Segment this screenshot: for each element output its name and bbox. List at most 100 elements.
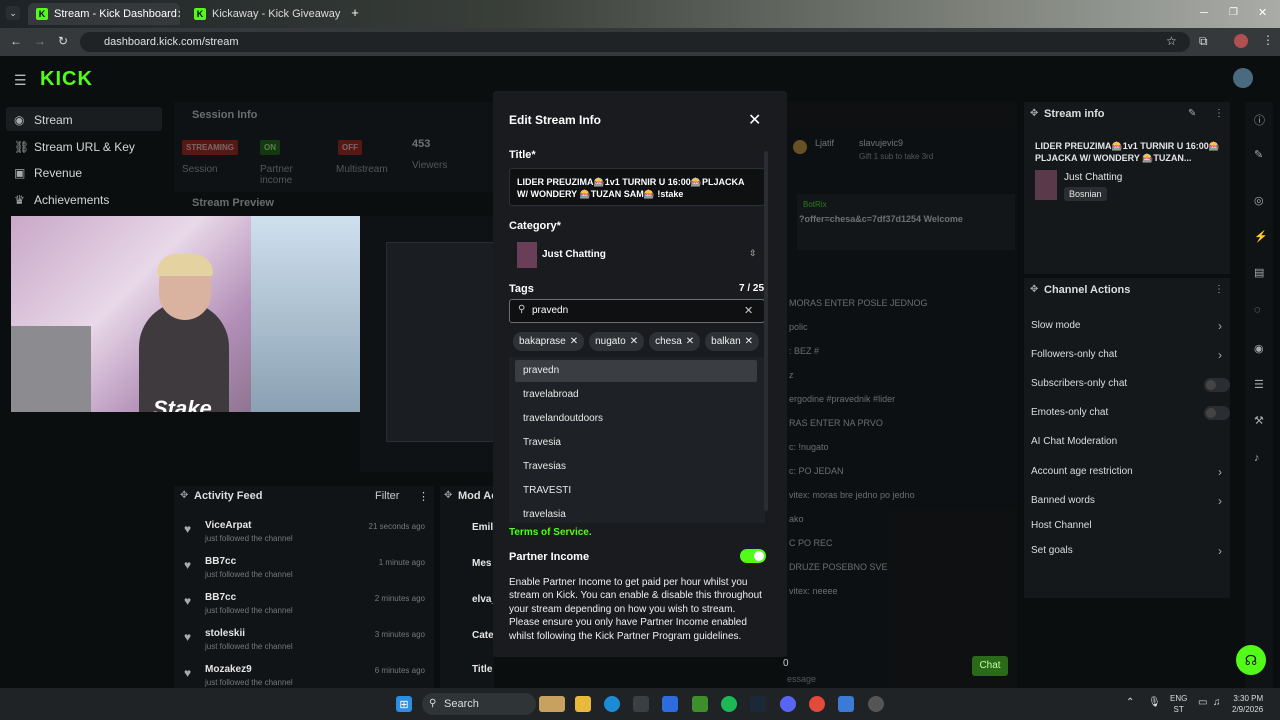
edit-pencil-icon[interactable]: ✎ (1188, 108, 1196, 119)
forward-icon[interactable]: → (34, 34, 46, 48)
new-tab-button[interactable]: + (348, 6, 362, 20)
bookmark-star-icon[interactable]: ☆ (1166, 34, 1177, 48)
remove-tag-icon[interactable]: ✕ (686, 336, 694, 347)
drag-handle-icon[interactable]: ✥ (180, 490, 188, 501)
more-options-icon[interactable]: ⋮ (1214, 108, 1224, 119)
tag-suggestion[interactable]: TRAVESTI (515, 480, 757, 502)
more-options-icon[interactable]: ⋮ (418, 490, 429, 503)
extensions-icon[interactable]: ⧉ (1199, 34, 1208, 49)
profile-avatar-icon[interactable] (1234, 34, 1248, 48)
support-headset-button[interactable]: ☊ (1236, 645, 1266, 675)
windows-start-icon[interactable]: ⊞ (396, 696, 412, 712)
store-icon[interactable] (633, 696, 649, 712)
channel-action-item[interactable]: Account age restriction (1031, 466, 1133, 477)
kick-logo[interactable]: KICK (40, 68, 93, 91)
tag-suggestion[interactable]: pravedn (515, 360, 757, 382)
bolt-icon[interactable]: ⚡ (1254, 230, 1268, 243)
network-icon[interactable]: ▭ (1198, 697, 1207, 708)
drag-handle-icon[interactable]: ✥ (1030, 284, 1038, 295)
partner-income-toggle[interactable] (740, 549, 766, 563)
channel-action-item[interactable]: Slow mode (1031, 320, 1080, 331)
tag-chip[interactable]: nugato ✕ (589, 332, 645, 351)
wrench-icon[interactable]: ⚒ (1254, 414, 1264, 427)
remove-tag-icon[interactable]: ✕ (570, 336, 578, 347)
tag-suggestion[interactable]: travelandoutdoors (515, 408, 757, 430)
app-icon[interactable] (662, 696, 678, 712)
clock[interactable]: 3:30 PM 2/9/2026 (1232, 693, 1263, 715)
subscribers-only-toggle[interactable] (1204, 378, 1230, 392)
discord-icon[interactable] (780, 696, 796, 712)
volume-icon[interactable]: ♫ (1213, 697, 1221, 708)
edge-icon[interactable] (604, 696, 620, 712)
channel-action-item[interactable]: Host Channel (1031, 520, 1092, 531)
terms-of-service-link[interactable]: Terms of Service. (509, 527, 592, 538)
settings-icon[interactable] (868, 696, 884, 712)
user-avatar[interactable] (1233, 68, 1253, 88)
tag-chip[interactable]: chesa ✕ (649, 332, 701, 351)
minimize-window-icon[interactable]: ─ (1200, 7, 1208, 19)
broadcast-icon[interactable]: ◉ (1254, 342, 1264, 355)
activity-feed-item[interactable]: ♥ BB7cc just followed the channel 2 minutes… (180, 590, 430, 620)
channel-action-item[interactable]: Subscribers-only chat (1031, 378, 1127, 389)
close-window-icon[interactable]: ✕ (1258, 6, 1267, 19)
url-field[interactable]: dashboard.kick.com/stream (80, 32, 1190, 52)
drag-handle-icon[interactable]: ✥ (1030, 108, 1038, 119)
tab-kickaway[interactable]: K Kickaway - Kick Giveaway To... ✕ (186, 3, 342, 25)
chat-input[interactable]: essage (787, 674, 816, 684)
reload-icon[interactable]: ↻ (58, 34, 68, 48)
chrome-icon[interactable] (809, 696, 825, 712)
clear-input-icon[interactable]: ✕ (744, 304, 753, 317)
maximize-window-icon[interactable]: ❐ (1229, 7, 1238, 18)
tag-suggestion[interactable]: Travesia (515, 432, 757, 454)
tag-chip[interactable]: balkan ✕ (705, 332, 760, 351)
browser-menu-icon[interactable]: ⋮ (1262, 33, 1274, 47)
tray-overflow-icon[interactable]: ⌃ (1126, 697, 1134, 708)
remove-tag-icon[interactable]: ✕ (745, 336, 753, 347)
minecraft-icon[interactable] (692, 696, 708, 712)
steam-icon[interactable] (750, 696, 766, 712)
title-input[interactable]: LIDER PREUZIMA🎰1v1 TURNIR U 16:00🎰PLJACK… (509, 168, 765, 206)
channel-action-item[interactable]: Banned words (1031, 495, 1095, 506)
more-options-icon[interactable]: ⋮ (1214, 284, 1224, 295)
modal-scrollbar[interactable] (764, 151, 768, 511)
bell-icon[interactable]: ♪ (1254, 452, 1260, 464)
language-indicator[interactable]: ENG ST (1170, 693, 1187, 715)
notepad-icon[interactable] (838, 696, 854, 712)
document-icon[interactable]: ▤ (1254, 266, 1264, 279)
target-icon[interactable]: ◎ (1254, 194, 1264, 207)
emotes-only-toggle[interactable] (1204, 406, 1230, 420)
taskbar-search[interactable]: ⚲ Search (422, 693, 536, 715)
activity-feed-item[interactable]: ♥ BB7cc just followed the channel 1 minute … (180, 554, 430, 584)
channel-action-item[interactable]: Followers-only chat (1031, 349, 1117, 360)
chat-bubble-icon[interactable]: ◌ (1254, 304, 1261, 316)
hamburger-menu-icon[interactable]: ☰ (14, 72, 27, 89)
tab-stream-kick-dashboard[interactable]: K Stream - Kick Dashboard ✕ (28, 3, 180, 25)
sidebar-item-stream-url-key[interactable]: ⛓ Stream URL & Key (14, 140, 135, 154)
channel-action-item[interactable]: AI Chat Moderation (1031, 436, 1117, 447)
activity-feed-item[interactable]: ♥ ViceArpat just followed the channel 21 se… (180, 518, 430, 548)
chat-send-button[interactable]: Chat (972, 656, 1008, 676)
list-icon[interactable]: ☰ (1254, 378, 1264, 391)
activity-feed-item[interactable]: ♥ stoleskii just followed the channel 3 min… (180, 626, 430, 656)
filter-button[interactable]: Filter (375, 490, 399, 502)
category-select[interactable]: Just Chatting ⇳ (509, 239, 765, 271)
tag-chip[interactable]: bakaprase ✕ (513, 332, 585, 351)
channel-action-item[interactable]: Emotes-only chat (1031, 407, 1108, 418)
microphone-icon[interactable]: 🎙 (1148, 697, 1161, 708)
spotify-icon[interactable] (721, 696, 737, 712)
close-icon[interactable]: ✕ (748, 110, 761, 130)
tag-suggestion[interactable]: Travesias (515, 456, 757, 478)
sidebar-item-achievements[interactable]: ♛ Achievements (14, 193, 109, 207)
info-icon[interactable]: ⓘ (1254, 112, 1265, 128)
back-icon[interactable]: ← (10, 34, 22, 48)
file-explorer-icon[interactable] (575, 696, 591, 712)
channel-action-item[interactable]: Set goals (1031, 545, 1073, 556)
close-tab-icon[interactable]: ✕ (177, 8, 180, 21)
edit-icon[interactable]: ✎ (1254, 148, 1263, 161)
sidebar-item-stream[interactable]: ◉ Stream (14, 113, 73, 127)
remove-tag-icon[interactable]: ✕ (630, 336, 638, 347)
tag-suggestion[interactable]: travelabroad (515, 384, 757, 406)
tag-search-input[interactable]: ⚲ pravedn ✕ (509, 299, 765, 323)
tab-search-icon[interactable]: ⌄ (6, 6, 20, 20)
sidebar-item-revenue[interactable]: ▣ Revenue (14, 166, 82, 180)
